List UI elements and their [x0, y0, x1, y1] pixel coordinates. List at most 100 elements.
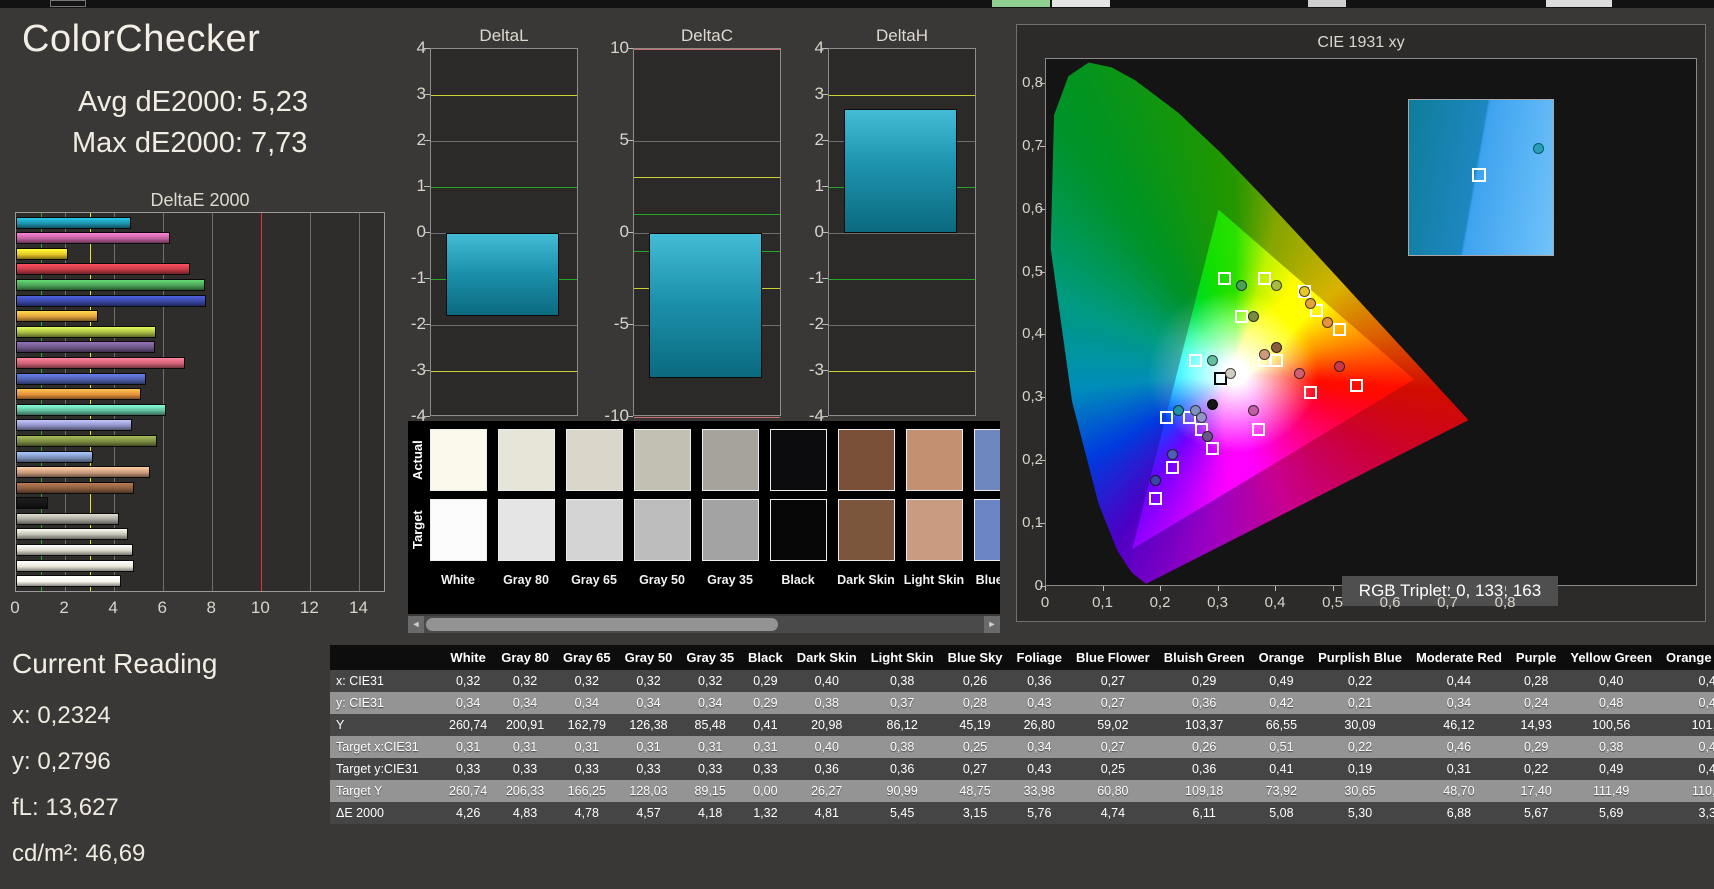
table-cell: 0,47: [1659, 736, 1714, 758]
delta-chart-y-tick-label: -1: [410, 268, 426, 287]
table-column-header: Blue Flower: [1069, 645, 1157, 670]
swatch-actual-blue-sky[interactable]: [974, 429, 1000, 491]
swatch-label: Blue Sky: [975, 573, 1000, 587]
cie-y-tickmark: [1040, 334, 1045, 336]
swatch-actual-white[interactable]: [430, 429, 487, 491]
delta-chart-y-tickmark: [822, 94, 828, 95]
table-cell: 0,34: [555, 692, 618, 714]
swatch-target-black[interactable]: [770, 499, 827, 561]
table-column-header: Light Skin: [863, 645, 941, 670]
swatch-horizontal-scrollbar[interactable]: ◄ ►: [408, 616, 1000, 633]
deltae-bar-white: [16, 575, 121, 588]
table-cell: 206,33: [494, 780, 556, 802]
deltae-bar-blue: [16, 294, 206, 307]
delta-chart-line: [431, 94, 577, 96]
cie-chart-title: CIE 1931 xy: [1317, 34, 1405, 51]
cie-target-marker: [1304, 385, 1317, 399]
cie-x-tick-label: 0,2: [1149, 594, 1171, 611]
swatch-target-gray-35[interactable]: [702, 499, 759, 561]
swatch-target-light-skin[interactable]: [906, 499, 963, 561]
table-cell: 126,38: [617, 714, 680, 736]
inset-target-marker: [1472, 168, 1487, 183]
table-cell: 0,40: [789, 736, 864, 758]
deltae-bar-dark-skin: [16, 481, 134, 494]
swatch-actual-gray-35[interactable]: [702, 429, 759, 491]
delta-chart-y-tickmark: [424, 48, 430, 49]
table-cell: 0,28: [940, 692, 1010, 714]
cie-target-marker: [1235, 310, 1248, 324]
scrollbar-left-arrow-icon[interactable]: ◄: [408, 616, 424, 633]
table-cell: 103,37: [1156, 714, 1252, 736]
table-cell: 4,18: [679, 802, 742, 824]
window-chrome-fragment: [50, 0, 86, 7]
table-cell: 0,33: [617, 758, 680, 780]
cie-target-marker: [1160, 410, 1174, 424]
swatch-target-dark-skin[interactable]: [838, 499, 895, 561]
table-cell: 0,21: [1311, 692, 1409, 714]
delta-chart-y-tick-label: 5: [619, 130, 629, 149]
swatch-actual-light-skin[interactable]: [906, 429, 963, 491]
colorchecker-screen: ColorChecker Avg dE2000: 5,23 Max dE2000…: [0, 0, 1714, 889]
swatch-target-gray-80[interactable]: [498, 499, 555, 561]
delta-chart-y-tick-label: -4: [808, 406, 824, 425]
deltae-x-tick-label: 10: [250, 598, 270, 617]
table-cell: 60,80: [1069, 780, 1157, 802]
cie-x-tickmark: [1390, 586, 1391, 591]
table-corner-cell: [330, 645, 442, 670]
deltae2000-bar-chart: [15, 212, 385, 592]
swatch-actual-gray-80[interactable]: [498, 429, 555, 491]
delta-chart-y-tickmark: [822, 232, 828, 233]
deltae-bar-gray-80: [16, 559, 135, 572]
table-column-header: Orange: [1251, 645, 1312, 670]
swatch-actual-black[interactable]: [770, 429, 827, 491]
table-cell: 0,29: [1156, 670, 1252, 692]
delta-chart-y-tickmark: [424, 232, 430, 233]
table-column-header: Black: [741, 645, 790, 670]
delta-chart-line: [634, 140, 780, 142]
swatch-target-gray-65[interactable]: [566, 499, 623, 561]
swatch-target-white[interactable]: [430, 499, 487, 561]
delta-chart-y-tickmark: [627, 416, 633, 417]
swatch-label: Black: [781, 573, 815, 587]
deltae-reference-line: [261, 213, 263, 591]
swatch-actual-gray-50[interactable]: [634, 429, 691, 491]
table-row-label: Target Y: [330, 780, 442, 802]
window-chrome-fragment: [1052, 0, 1110, 7]
cie-target-marker: [1252, 423, 1266, 437]
cie-target-marker: [1258, 272, 1271, 286]
table-column-header: Purplish Blue: [1311, 645, 1409, 670]
deltae2000-chart-title: DeltaE 2000: [150, 190, 250, 210]
page-title: ColorChecker: [22, 18, 261, 60]
table-cell: 0,41: [741, 714, 790, 736]
swatch-target-gray-50[interactable]: [634, 499, 691, 561]
table-cell: 0,32: [494, 670, 556, 692]
swatch-actual-gray-65[interactable]: [566, 429, 623, 491]
colorchecker-swatch-panel: Actual Target White Gray 80 Gray 65 Gray 50 Gr…: [408, 421, 1000, 614]
swatch-target-blue-sky[interactable]: [974, 499, 1000, 561]
table-cell: 0,32: [442, 670, 495, 692]
table-cell: 101,84: [1659, 714, 1714, 736]
delta-chart-y-tick-label: -3: [410, 360, 426, 379]
table-column-header: Gray 35: [679, 645, 742, 670]
table-row-label: y: CIE31: [330, 692, 442, 714]
cie-x-tickmark: [1102, 586, 1104, 591]
cie-measured-marker: [1224, 367, 1236, 379]
delta-chart-line: [431, 324, 577, 326]
cie-y-tickmark: [1040, 523, 1045, 525]
table-cell: 0,32: [617, 670, 680, 692]
scrollbar-right-arrow-icon[interactable]: ►: [984, 616, 1000, 633]
delta-chart-line: [829, 278, 975, 280]
swatch-label: Dark Skin: [837, 573, 895, 587]
swatch-actual-dark-skin[interactable]: [838, 429, 895, 491]
cie-measured-marker: [1270, 279, 1282, 291]
table-cell: 128,03: [617, 780, 680, 802]
table-cell: 20,98: [789, 714, 864, 736]
table-cell: 17,40: [1508, 780, 1564, 802]
cie-measured-marker: [1270, 342, 1282, 354]
table-cell: 0,38: [1563, 736, 1660, 758]
table-cell: 3,15: [940, 802, 1010, 824]
table-cell: 0,31: [555, 736, 618, 758]
swatch-label: White: [440, 573, 476, 587]
scrollbar-thumb[interactable]: [426, 618, 778, 631]
cie-measured-marker: [1247, 311, 1259, 323]
